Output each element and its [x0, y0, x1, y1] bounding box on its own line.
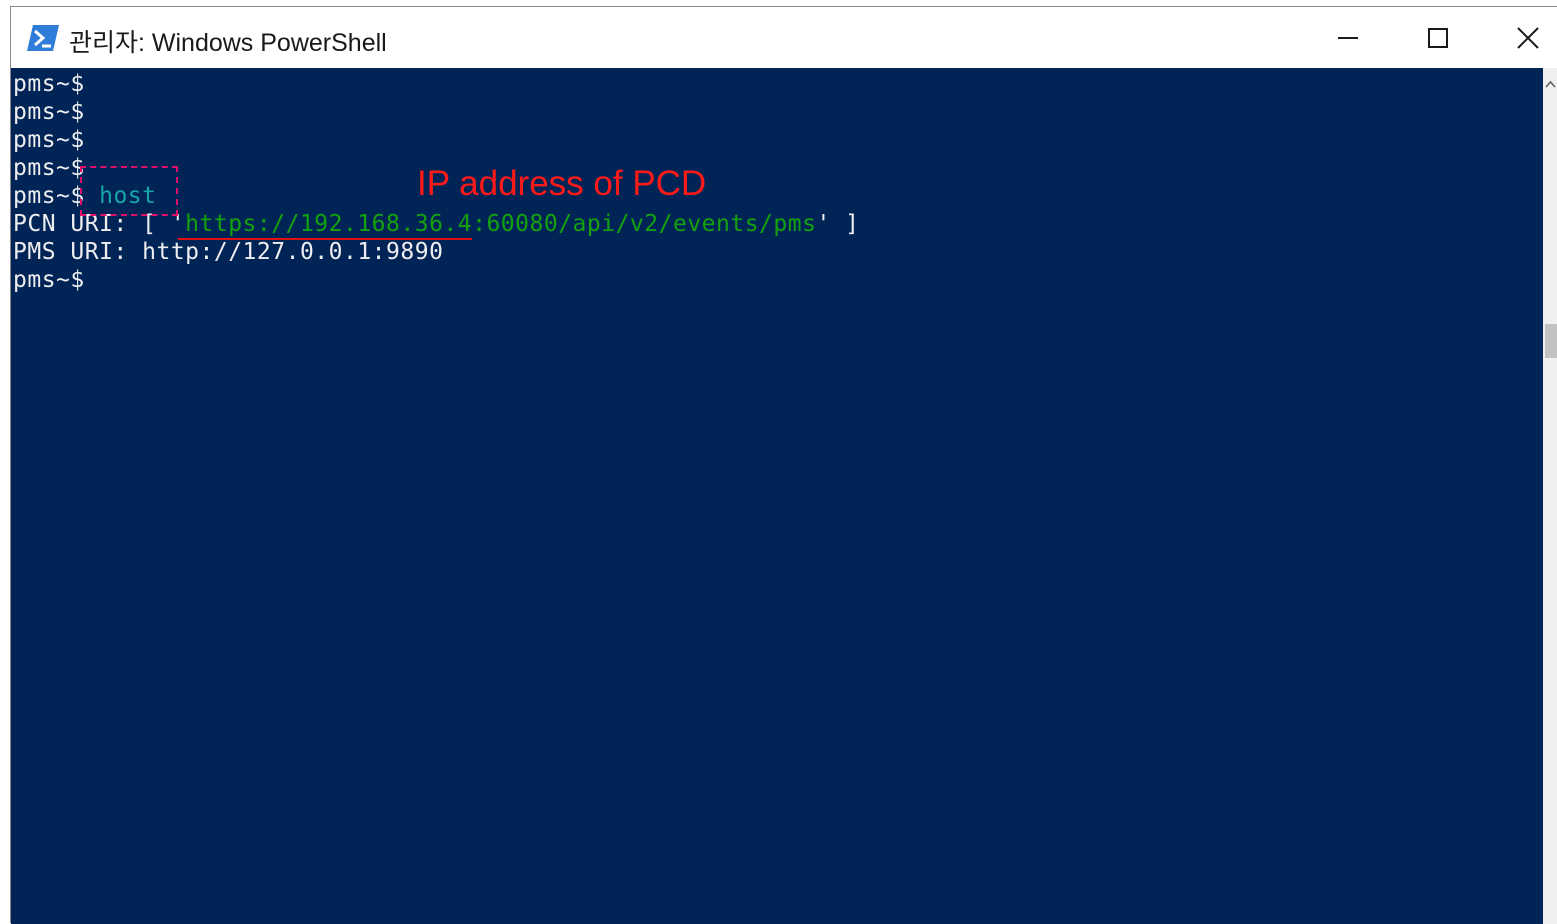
- annotation-host-box: [80, 166, 178, 216]
- minimize-button[interactable]: [1303, 7, 1393, 68]
- maximize-icon: [1428, 27, 1448, 48]
- powershell-window: 관리자: Windows PowerShell pms~$ pms~$ pms~…: [10, 6, 1557, 924]
- title-bar[interactable]: 관리자: Windows PowerShell: [11, 7, 1557, 68]
- console-line: pms~$: [13, 266, 85, 294]
- prompt: pms~$: [13, 183, 85, 209]
- console-line: pms~$: [13, 126, 85, 154]
- scrollbar-thumb[interactable]: [1545, 324, 1557, 358]
- annotation-ip-underline: [178, 238, 472, 240]
- console-line: pms~$: [13, 98, 85, 126]
- prompt: pms~$: [13, 155, 85, 181]
- maximize-button[interactable]: [1393, 7, 1483, 68]
- pms-uri-line: PMS URI: http://127.0.0.1:9890: [13, 239, 444, 265]
- scroll-up-arrow-icon[interactable]: [1545, 80, 1556, 88]
- annotation-label: IP address of PCD: [417, 164, 707, 203]
- console-output[interactable]: pms~$ pms~$ pms~$ pms~$ pms~$ host PCN U…: [11, 68, 1543, 924]
- prompt: pms~$: [13, 127, 85, 153]
- prompt: pms~$: [13, 71, 85, 97]
- powershell-icon: [27, 25, 59, 51]
- window-title: 관리자: Windows PowerShell: [69, 29, 387, 57]
- vertical-scrollbar[interactable]: [1543, 68, 1557, 924]
- close-icon: [1517, 26, 1539, 49]
- console-line: pms~$: [13, 70, 85, 98]
- minimize-icon: [1338, 36, 1358, 39]
- prompt: pms~$: [13, 99, 85, 125]
- prompt: pms~$: [13, 267, 85, 293]
- pcn-uri-suffix: ' ]: [816, 211, 860, 237]
- console-line: pms~$: [13, 154, 85, 182]
- close-button[interactable]: [1483, 7, 1557, 68]
- pcn-uri-value: https://192.168.36.4:60080/api/v2/events…: [185, 211, 817, 237]
